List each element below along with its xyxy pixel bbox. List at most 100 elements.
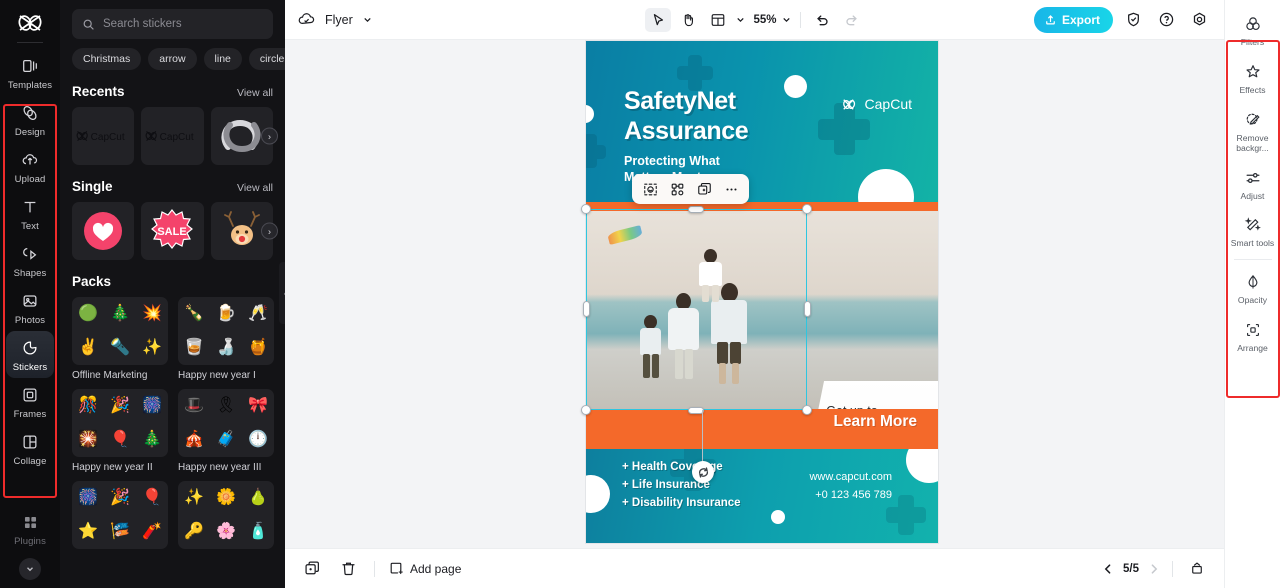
previous-page-chevron-left-icon[interactable]: [1101, 562, 1115, 576]
export-label: Export: [1061, 12, 1100, 27]
sidebar-item-collage[interactable]: Collage: [6, 425, 54, 472]
heart-sticker-tile[interactable]: [72, 202, 135, 260]
canvas-stage[interactable]: SafetyNet Assurance Protecting What Matt…: [285, 40, 1224, 548]
duplicate-page-button[interactable]: [299, 557, 325, 581]
pack-glyph: 🎏: [110, 523, 130, 540]
more-options-icon[interactable]: [719, 178, 743, 200]
zoom-level-value[interactable]: 55%: [753, 14, 776, 26]
stickers-icon: [20, 338, 40, 358]
design-feature-list: + Health Coverage + Life Insurance + Dis…: [622, 459, 741, 512]
dot-decoration: [586, 475, 610, 513]
sticker-tile[interactable]: CapCut: [72, 107, 135, 165]
selection-handle-middle-left[interactable]: [582, 301, 590, 317]
sidebar-item-shapes[interactable]: Shapes: [6, 237, 54, 284]
document-dropdown-chevron-down-icon[interactable]: [362, 14, 373, 25]
next-page-chevron-right-icon[interactable]: [1147, 562, 1161, 576]
pack-card[interactable]: 🟢 🎄 💥 ✌ 🔦 ✨ Offline Marketing: [72, 297, 168, 381]
add-page-button[interactable]: Add page: [388, 561, 461, 577]
redo-button[interactable]: [839, 8, 865, 32]
document-title[interactable]: Flyer: [325, 13, 353, 27]
view-all-recents[interactable]: View all: [237, 87, 273, 99]
tool-smart-tools[interactable]: Smart tools: [1228, 207, 1278, 255]
delete-page-button[interactable]: [335, 557, 361, 581]
undo-button[interactable]: [809, 8, 835, 32]
pages-overview-icon[interactable]: [1184, 557, 1210, 581]
sidebar-item-stickers[interactable]: Stickers: [6, 331, 54, 378]
pack-thumbnail[interactable]: ✨ 🌼 🍐 🔑 🌸 🧴: [178, 481, 274, 549]
selection-handle-top-right[interactable]: [802, 204, 812, 214]
tool-remove-background[interactable]: Remove backgr...: [1228, 102, 1278, 160]
layout-dropdown-chevron-down-icon[interactable]: [734, 14, 745, 25]
pack-card[interactable]: 🎊 🎉 🎆 🎇 🎈 🎄 Happy new year II: [72, 389, 168, 473]
pack-thumbnail[interactable]: 🍾 🍺 🥂 🥃 🍶 🍯: [178, 297, 274, 365]
tool-arrange[interactable]: Arrange: [1228, 312, 1278, 360]
design-artboard[interactable]: SafetyNet Assurance Protecting What Matt…: [581, 41, 938, 543]
sidebar-item-label: Shapes: [13, 268, 47, 279]
animation-icon[interactable]: [665, 178, 689, 200]
sidebar-item-frames[interactable]: Frames: [6, 378, 54, 425]
export-button[interactable]: Export: [1033, 6, 1113, 33]
sidebar-item-text[interactable]: Text: [6, 190, 54, 237]
zoom-dropdown-chevron-down-icon[interactable]: [781, 14, 792, 25]
tool-opacity[interactable]: Opacity: [1228, 264, 1278, 312]
sidebar-item-design[interactable]: Design: [6, 96, 54, 143]
remove-background-icon[interactable]: [638, 178, 662, 200]
rotate-handle[interactable]: [692, 461, 714, 483]
floating-context-toolbar: [632, 174, 749, 204]
dot-decoration: [784, 75, 807, 98]
pack-card[interactable]: 🎆 🎉 🎈 ⭐ 🎏 🧨: [72, 481, 168, 549]
selection-handle-top-left[interactable]: [581, 204, 591, 214]
selection-handle-middle-right[interactable]: [803, 301, 811, 317]
capcut-editor-window: Templates Design Upload Text Shapes Phot…: [0, 0, 1280, 588]
sidebar-item-upload[interactable]: Upload: [6, 143, 54, 190]
selection-handle-bottom-right[interactable]: [802, 405, 812, 415]
settings-gear-icon[interactable]: [1186, 8, 1212, 32]
design-cta-label: Learn More: [833, 413, 917, 430]
capcut-logo-icon[interactable]: [15, 10, 45, 36]
selection-bounding-box[interactable]: [586, 209, 807, 410]
tool-label: Remove backgr...: [1236, 132, 1269, 153]
hand-tool-button[interactable]: [674, 8, 700, 32]
canvas-tools-group: 55%: [644, 7, 865, 32]
single-next-arrow-icon[interactable]: ›: [261, 222, 278, 240]
pack-thumbnail[interactable]: 🎊 🎉 🎆 🎇 🎈 🎄: [72, 389, 168, 457]
select-tool-button[interactable]: [644, 7, 671, 32]
recents-next-arrow-icon[interactable]: ›: [261, 127, 278, 145]
selection-handle-top-center[interactable]: [688, 205, 704, 213]
collapse-panel-handle[interactable]: ‹: [279, 262, 285, 324]
pack-thumbnail[interactable]: 🟢 🎄 💥 ✌ 🔦 ✨: [72, 297, 168, 365]
sidebar-item-templates[interactable]: Templates: [6, 49, 54, 96]
duplicate-icon[interactable]: [692, 178, 716, 200]
svg-text:CapCut: CapCut: [91, 132, 125, 143]
view-all-single[interactable]: View all: [237, 182, 273, 194]
remove-background-icon: [1243, 110, 1263, 130]
pack-glyph: 🍯: [248, 339, 268, 356]
sidebar-item-plugins[interactable]: Plugins: [6, 505, 54, 552]
search-sticker-bar[interactable]: [72, 9, 273, 39]
search-input[interactable]: [103, 18, 263, 30]
add-page-label: Add page: [410, 561, 462, 576]
pack-card[interactable]: 🎩 🎗 🎀 🎪 🧳 🕛 Happy new year III: [178, 389, 274, 473]
tools-divider: [1233, 259, 1272, 261]
sticker-tile[interactable]: CapCut: [141, 107, 204, 165]
pack-thumbnail[interactable]: 🎆 🎉 🎈 ⭐ 🎏 🧨: [72, 481, 168, 549]
chip-christmas[interactable]: Christmas: [72, 48, 142, 70]
chip-arrow[interactable]: arrow: [148, 48, 197, 70]
expand-rail-chevron-down-icon[interactable]: [19, 558, 41, 580]
selection-handle-bottom-left[interactable]: [581, 405, 591, 415]
cloud-saved-icon[interactable]: [297, 10, 316, 29]
pack-card[interactable]: ✨ 🌼 🍐 🔑 🌸 🧴: [178, 481, 274, 549]
help-circle-icon[interactable]: [1153, 8, 1179, 32]
chip-circle[interactable]: circle: [248, 48, 285, 70]
tool-effects[interactable]: Effects: [1228, 54, 1278, 102]
pack-thumbnail[interactable]: 🎩 🎗 🎀 🎪 🧳 🕛: [178, 389, 274, 457]
tool-filters[interactable]: Filters: [1228, 6, 1278, 54]
pack-glyph: 🧨: [142, 523, 162, 540]
chip-line[interactable]: line: [203, 48, 242, 70]
shield-check-icon[interactable]: [1120, 8, 1146, 32]
sidebar-item-photos[interactable]: Photos: [6, 284, 54, 331]
layout-tool-button[interactable]: [704, 8, 730, 32]
pack-card[interactable]: 🍾 🍺 🥂 🥃 🍶 🍯 Happy new year I: [178, 297, 274, 381]
sale-sticker-tile[interactable]: SALE: [141, 202, 204, 260]
tool-adjust[interactable]: Adjust: [1228, 160, 1278, 208]
